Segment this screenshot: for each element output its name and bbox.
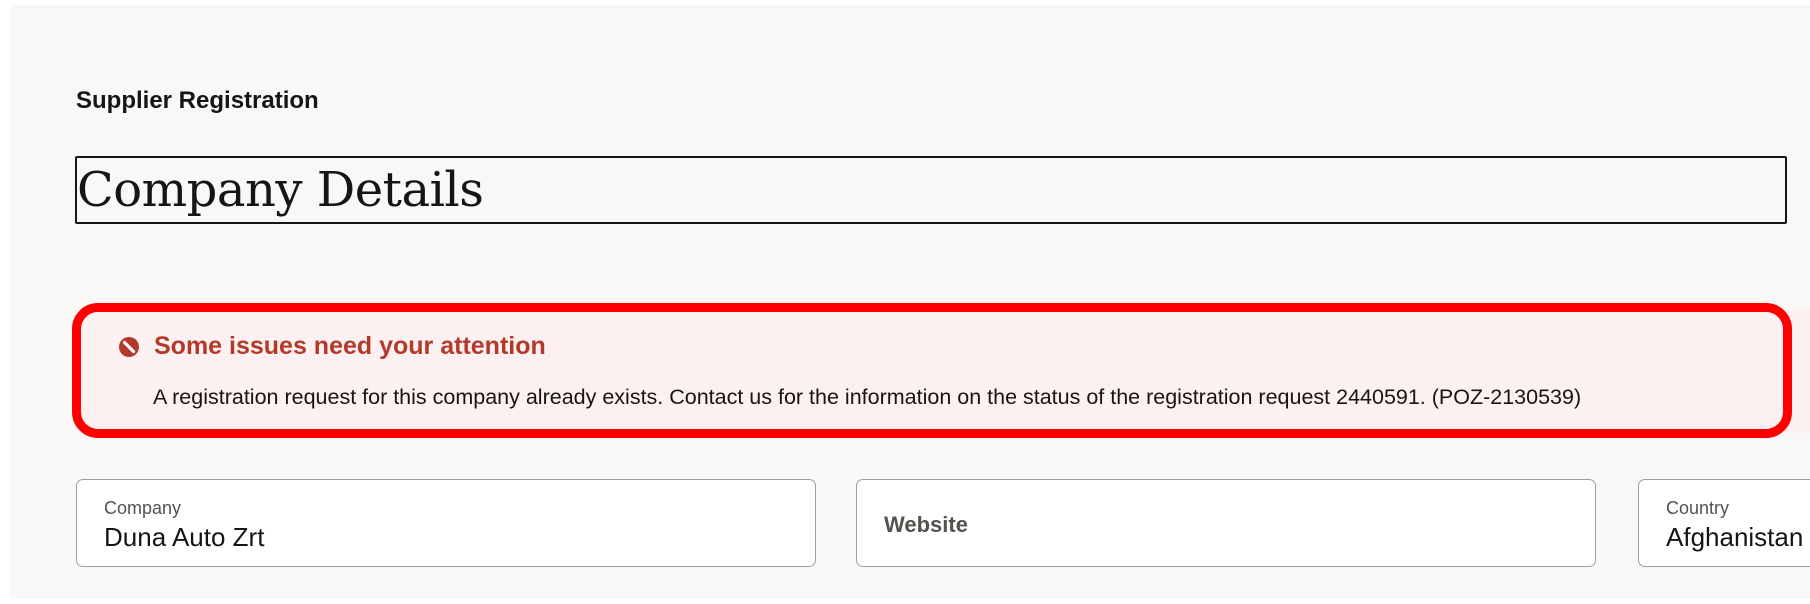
- breadcrumb: Supplier Registration: [76, 87, 319, 114]
- page-title-container: Company Details: [75, 156, 1787, 224]
- message-title: Some issues need your attention: [154, 332, 546, 360]
- website-label: Website: [884, 512, 968, 537]
- company-label: Company: [104, 498, 182, 518]
- company-value[interactable]: Duna Auto Zrt: [104, 522, 264, 553]
- country-field[interactable]: Country Afghanistan: [1638, 479, 1810, 567]
- page-title: Company Details: [77, 162, 484, 218]
- country-label: Country: [1666, 498, 1730, 518]
- message-body: A registration request for this company …: [153, 385, 1582, 409]
- error-message-panel: Some issues need your attention A regist…: [72, 303, 1792, 438]
- error-icon: [118, 336, 140, 358]
- country-value[interactable]: Afghanistan: [1666, 522, 1803, 553]
- company-field[interactable]: Company Duna Auto Zrt: [76, 479, 816, 567]
- message-header: Some issues need your attention: [118, 332, 546, 361]
- registration-page: Supplier Registration Company Details So…: [10, 5, 1810, 599]
- website-field[interactable]: Website: [856, 479, 1596, 567]
